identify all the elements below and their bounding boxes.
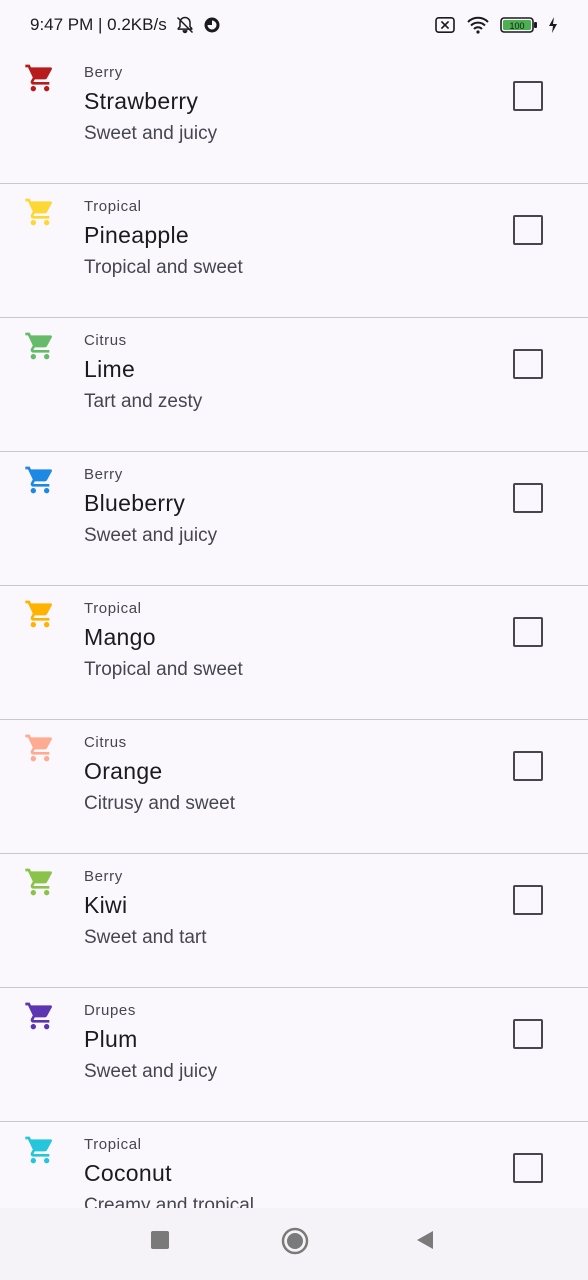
item-description: Creamy and tropical bbox=[84, 1195, 255, 1208]
list-item[interactable]: Drupes Plum Sweet and juicy bbox=[0, 988, 588, 1122]
cart-icon bbox=[24, 330, 56, 362]
item-name: Orange bbox=[84, 758, 163, 784]
item-checkbox[interactable] bbox=[513, 751, 543, 781]
item-category: Drupes bbox=[84, 1002, 136, 1019]
cart-icon bbox=[24, 464, 56, 496]
data-saver-icon bbox=[203, 16, 221, 34]
item-name: Plum bbox=[84, 1026, 138, 1052]
item-checkbox[interactable] bbox=[513, 617, 543, 647]
item-description: Sweet and tart bbox=[84, 927, 207, 948]
circle-icon bbox=[281, 1227, 309, 1255]
item-description: Tropical and sweet bbox=[84, 659, 243, 680]
home-button[interactable] bbox=[281, 1227, 309, 1255]
item-description: Sweet and juicy bbox=[84, 525, 218, 546]
item-category: Berry bbox=[84, 64, 123, 81]
list-item[interactable]: Berry Strawberry Sweet and juicy bbox=[0, 50, 588, 184]
item-description: Tropical and sweet bbox=[84, 257, 243, 278]
square-icon bbox=[151, 1231, 169, 1249]
item-category: Berry bbox=[84, 466, 123, 483]
list-item[interactable]: Tropical Pineapple Tropical and sweet bbox=[0, 184, 588, 318]
item-category: Berry bbox=[84, 868, 123, 885]
item-name: Pineapple bbox=[84, 222, 190, 248]
back-button[interactable] bbox=[415, 1230, 435, 1250]
cart-icon bbox=[24, 62, 56, 94]
item-category: Citrus bbox=[84, 332, 127, 349]
fruit-list[interactable]: Berry Strawberry Sweet and juicy Tropica… bbox=[0, 50, 588, 1208]
item-category: Tropical bbox=[84, 600, 142, 617]
list-item[interactable]: Berry Kiwi Sweet and tart bbox=[0, 854, 588, 988]
battery-level: 100 bbox=[509, 21, 524, 31]
item-checkbox[interactable] bbox=[513, 349, 543, 379]
item-checkbox[interactable] bbox=[513, 1019, 543, 1049]
recents-button[interactable] bbox=[150, 1230, 170, 1250]
item-checkbox[interactable] bbox=[513, 483, 543, 513]
cart-icon bbox=[24, 1000, 56, 1032]
item-name: Kiwi bbox=[84, 892, 128, 918]
item-description: Sweet and juicy bbox=[84, 123, 218, 144]
status-bar: 9:47 PM | 0.2KB/s 100 bbox=[0, 0, 588, 50]
item-name: Blueberry bbox=[84, 490, 186, 516]
charging-icon bbox=[548, 16, 558, 34]
cart-icon bbox=[24, 1134, 56, 1166]
item-description: Sweet and juicy bbox=[84, 1061, 218, 1082]
list-item[interactable]: Citrus Orange Citrusy and sweet bbox=[0, 720, 588, 854]
list-item[interactable]: Tropical Coconut Creamy and tropical bbox=[0, 1122, 588, 1208]
item-category: Tropical bbox=[84, 198, 142, 215]
status-time-speed: 9:47 PM | 0.2KB/s bbox=[30, 15, 167, 34]
item-name: Lime bbox=[84, 356, 136, 382]
item-description: Citrusy and sweet bbox=[84, 793, 236, 814]
item-category: Citrus bbox=[84, 734, 127, 751]
item-description: Tart and zesty bbox=[84, 391, 203, 412]
list-item[interactable]: Citrus Lime Tart and zesty bbox=[0, 318, 588, 452]
cart-icon bbox=[24, 866, 56, 898]
list-item[interactable]: Tropical Mango Tropical and sweet bbox=[0, 586, 588, 720]
navigation-bar bbox=[0, 1208, 588, 1280]
cart-icon bbox=[24, 732, 56, 764]
item-checkbox[interactable] bbox=[513, 1153, 543, 1183]
item-name: Strawberry bbox=[84, 88, 199, 114]
triangle-back-icon bbox=[417, 1231, 433, 1249]
cart-icon bbox=[24, 598, 56, 630]
status-right: 100 bbox=[434, 15, 558, 35]
item-checkbox[interactable] bbox=[513, 885, 543, 915]
item-category: Tropical bbox=[84, 1136, 142, 1153]
list-item[interactable]: Berry Blueberry Sweet and juicy bbox=[0, 452, 588, 586]
status-left: 9:47 PM | 0.2KB/s bbox=[30, 15, 221, 35]
item-checkbox[interactable] bbox=[513, 215, 543, 245]
item-name: Coconut bbox=[84, 1160, 172, 1186]
item-checkbox[interactable] bbox=[513, 81, 543, 111]
bell-off-icon bbox=[175, 15, 195, 35]
cart-icon bbox=[24, 196, 56, 228]
sim-off-icon bbox=[434, 16, 456, 34]
item-name: Mango bbox=[84, 624, 156, 650]
battery-icon: 100 bbox=[500, 16, 538, 34]
wifi-icon bbox=[466, 15, 490, 35]
